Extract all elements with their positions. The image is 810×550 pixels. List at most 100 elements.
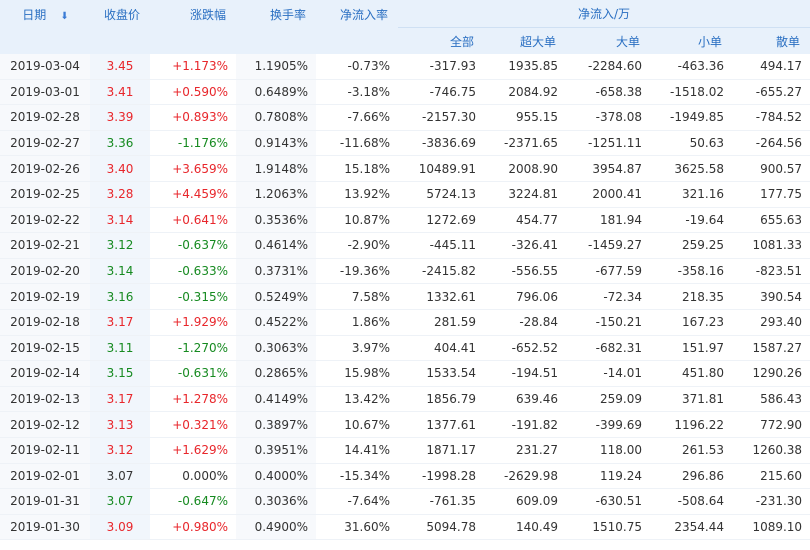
cell-change-pct: 0.000% [150, 463, 236, 490]
table-row: 2019-02-20 3.14 -0.633% 0.3731% -19.36% -2415… [0, 258, 810, 285]
cell-small: -508.64 [650, 488, 732, 515]
header-close[interactable]: 收盘价 [90, 0, 150, 54]
cell-turnover: 0.2865% [236, 360, 316, 387]
cell-retail: 1587.27 [732, 335, 810, 362]
cell-date: 2019-02-11 [0, 437, 90, 464]
cell-small: -1518.02 [650, 79, 732, 106]
cell-large: -1251.11 [566, 130, 650, 157]
cell-all: 5724.13 [398, 181, 484, 208]
cell-xlarge: -652.52 [484, 335, 566, 362]
cell-turnover: 0.4614% [236, 232, 316, 259]
cell-date: 2019-01-30 [0, 514, 90, 541]
cell-xlarge: 609.09 [484, 488, 566, 515]
cell-net-inflow-rate: 10.87% [316, 207, 398, 234]
cell-retail: 215.60 [732, 463, 810, 490]
cell-close: 3.12 [90, 232, 150, 259]
cell-change-pct: -1.176% [150, 130, 236, 157]
cell-small: 296.86 [650, 463, 732, 490]
cell-retail: -655.27 [732, 79, 810, 106]
cell-retail: 1260.38 [732, 437, 810, 464]
cell-date: 2019-02-28 [0, 104, 90, 131]
cell-large: 259.09 [566, 386, 650, 413]
cell-large: -2284.60 [566, 54, 650, 80]
table-row: 2019-02-18 3.17 +1.929% 0.4522% 1.86% 281.59-… [0, 309, 810, 336]
cell-date: 2019-02-13 [0, 386, 90, 413]
cell-retail: 390.54 [732, 283, 810, 310]
cell-xlarge: 2008.90 [484, 155, 566, 182]
header-all[interactable]: 全部 [398, 27, 484, 54]
cell-large: -630.51 [566, 488, 650, 515]
cell-xlarge: -2371.65 [484, 130, 566, 157]
cell-all: -761.35 [398, 488, 484, 515]
header-change-pct[interactable]: 涨跌幅 [150, 0, 236, 54]
cell-net-inflow-rate: -3.18% [316, 79, 398, 106]
table-row: 2019-02-15 3.11 -1.270% 0.3063% 3.97% 404.41-… [0, 335, 810, 362]
header-date[interactable]: 日期 ⬇ [0, 0, 90, 54]
cell-change-pct: -0.637% [150, 232, 236, 259]
cell-all: -1998.28 [398, 463, 484, 490]
cell-small: 321.16 [650, 181, 732, 208]
cell-retail: 586.43 [732, 386, 810, 413]
table-row: 2019-02-21 3.12 -0.637% 0.4614% -2.90% -445.1… [0, 232, 810, 259]
table-row: 2019-02-13 3.17 +1.278% 0.4149% 13.42% 1856.7… [0, 386, 810, 413]
header-turnover[interactable]: 换手率 [236, 0, 316, 54]
table-row: 2019-03-01 3.41 +0.590% 0.6489% -3.18% -746.7… [0, 79, 810, 106]
cell-xlarge: -2629.98 [484, 463, 566, 490]
cell-turnover: 0.9143% [236, 130, 316, 157]
table-row: 2019-02-01 3.07 0.000% 0.4000% -15.34% -1998.… [0, 463, 810, 490]
cell-large: -677.59 [566, 258, 650, 285]
table-row: 2019-02-14 3.15 -0.631% 0.2865% 15.98% 1533.5… [0, 360, 810, 387]
cell-large: 3954.87 [566, 155, 650, 182]
cell-retail: 1081.33 [732, 232, 810, 259]
cell-turnover: 1.2063% [236, 181, 316, 208]
table-row: 2019-02-27 3.36 -1.176% 0.9143% -11.68% -3836… [0, 130, 810, 157]
cell-turnover: 0.3731% [236, 258, 316, 285]
cell-close: 3.17 [90, 386, 150, 413]
cell-close: 3.28 [90, 181, 150, 208]
cell-retail: -231.30 [732, 488, 810, 515]
cell-xlarge: -326.41 [484, 232, 566, 259]
table-row: 2019-01-31 3.07 -0.647% 0.3036% -7.64% -761.3… [0, 488, 810, 515]
cell-net-inflow-rate: 13.42% [316, 386, 398, 413]
cell-close: 3.14 [90, 207, 150, 234]
header-date-label: 日期 [22, 8, 47, 22]
cell-small: -358.16 [650, 258, 732, 285]
cell-change-pct: +0.590% [150, 79, 236, 106]
cell-small: -1949.85 [650, 104, 732, 131]
cell-date: 2019-02-26 [0, 155, 90, 182]
header-small[interactable]: 小单 [650, 27, 732, 54]
cell-net-inflow-rate: -7.64% [316, 488, 398, 515]
cell-close: 3.07 [90, 488, 150, 515]
cell-close: 3.45 [90, 54, 150, 80]
header-xlarge[interactable]: 超大单 [484, 27, 566, 54]
cell-retail: 293.40 [732, 309, 810, 336]
cell-change-pct: +0.893% [150, 104, 236, 131]
cell-net-inflow-rate: 15.98% [316, 360, 398, 387]
cell-change-pct: -1.270% [150, 335, 236, 362]
cell-xlarge: 3224.81 [484, 181, 566, 208]
cell-xlarge: 454.77 [484, 207, 566, 234]
cell-retail: 772.90 [732, 411, 810, 438]
cell-retail: 900.57 [732, 155, 810, 182]
cell-turnover: 0.3897% [236, 411, 316, 438]
cell-date: 2019-02-18 [0, 309, 90, 336]
cell-turnover: 0.6489% [236, 79, 316, 106]
cell-date: 2019-02-14 [0, 360, 90, 387]
cell-all: 1272.69 [398, 207, 484, 234]
cell-xlarge: -556.55 [484, 258, 566, 285]
cell-large: -682.31 [566, 335, 650, 362]
table-row: 2019-02-28 3.39 +0.893% 0.7808% -7.66% -2157.… [0, 104, 810, 131]
cell-close: 3.07 [90, 463, 150, 490]
cell-net-inflow-rate: -7.66% [316, 104, 398, 131]
header-large[interactable]: 大单 [566, 27, 650, 54]
cell-large: 118.00 [566, 437, 650, 464]
header-retail[interactable]: 散单 [732, 27, 810, 54]
header-net-inflow-rate[interactable]: 净流入率 [316, 0, 398, 54]
cell-net-inflow-rate: 14.41% [316, 437, 398, 464]
cell-xlarge: 140.49 [484, 514, 566, 541]
cell-change-pct: +0.321% [150, 411, 236, 438]
cell-small: 1196.22 [650, 411, 732, 438]
sort-down-arrow-icon[interactable]: ⬇ [60, 11, 68, 22]
cell-net-inflow-rate: 15.18% [316, 155, 398, 182]
cell-close: 3.15 [90, 360, 150, 387]
